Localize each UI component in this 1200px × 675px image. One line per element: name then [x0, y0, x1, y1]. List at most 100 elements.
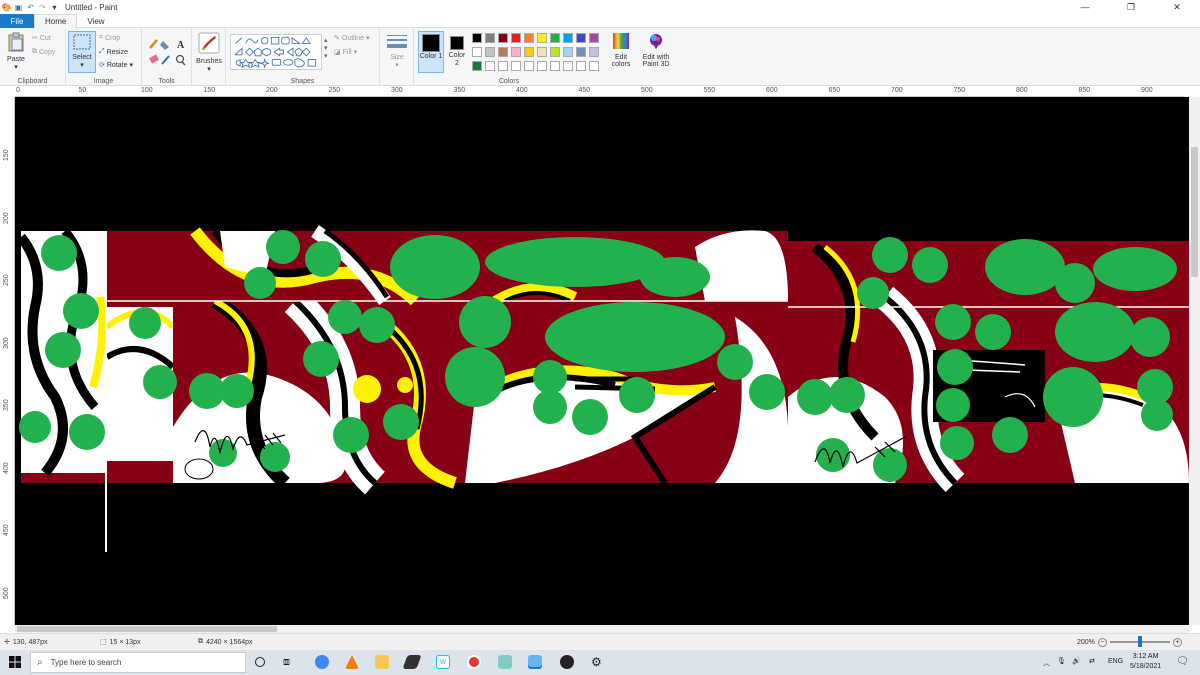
text-icon[interactable]: A [177, 40, 185, 51]
palette-swatch[interactable] [550, 61, 560, 71]
zoom-in-button[interactable]: + [1172, 637, 1182, 647]
palette-swatch[interactable] [563, 33, 573, 43]
palette-swatch[interactable] [472, 33, 482, 43]
palette-swatch[interactable] [485, 33, 495, 43]
copy-button[interactable]: ⧉ Copy [32, 48, 55, 56]
palette-swatch[interactable] [576, 61, 586, 71]
customize-toolbar-icon[interactable]: ▾ [50, 3, 59, 12]
palette-swatch[interactable] [576, 33, 586, 43]
select-button[interactable]: Select ▾ [68, 31, 96, 73]
notifications-icon[interactable]: 🗨 [1176, 656, 1189, 667]
palette-swatch[interactable] [472, 61, 482, 71]
palette-swatch[interactable] [563, 61, 573, 71]
file-explorer-icon[interactable] [375, 655, 389, 669]
vlc-icon[interactable] [345, 655, 359, 669]
zoom-slider[interactable] [1109, 636, 1170, 647]
redo-icon[interactable]: ↷ [38, 3, 47, 12]
outline-button[interactable]: ✎ Outline ▾ [334, 34, 370, 43]
paint-taskbar-icon[interactable] [528, 655, 542, 669]
settings-icon[interactable]: ⚙ [591, 655, 602, 669]
zoom-out-button[interactable]: − [1097, 637, 1107, 647]
network-icon[interactable]: ⇄ [1089, 657, 1095, 665]
app-icon-circle[interactable] [560, 655, 574, 669]
tab-home[interactable]: Home [34, 14, 78, 28]
vertical-scroll-thumb[interactable] [1191, 147, 1198, 277]
show-hidden-icons[interactable]: ︿ [1043, 658, 1050, 668]
tab-view[interactable]: View [77, 14, 114, 28]
palette-swatch[interactable] [524, 33, 534, 43]
palette-swatch[interactable] [537, 47, 547, 57]
palette-swatch[interactable] [550, 33, 560, 43]
vertical-scrollbar[interactable] [1189, 97, 1200, 625]
resize-button[interactable]: ⤢ Resize [99, 48, 128, 56]
start-button[interactable] [9, 656, 21, 670]
palette-swatch[interactable] [550, 47, 560, 57]
close-button[interactable]: ✕ [1154, 0, 1200, 14]
magnifier-icon[interactable] [175, 54, 186, 66]
palette-swatch[interactable] [524, 47, 534, 57]
paste-button[interactable]: Paste ▾ [4, 32, 28, 71]
microphone-icon[interactable]: 🎙 [1057, 657, 1066, 665]
opera-icon[interactable] [467, 655, 481, 669]
paste-dropdown-icon[interactable]: ▾ [4, 63, 28, 71]
horizontal-scrollbar[interactable] [15, 625, 1189, 633]
language-indicator[interactable]: ENG [1108, 658, 1123, 665]
clock[interactable]: 3:12 AM 5/18/2021 [1130, 652, 1161, 672]
shapes-gallery[interactable] [230, 34, 322, 70]
zoom-slider-thumb[interactable] [1137, 636, 1142, 647]
app-icon-teal[interactable] [498, 655, 512, 669]
palette-swatch[interactable] [589, 47, 599, 57]
canvas-artwork[interactable] [15, 97, 1189, 625]
pencil-icon[interactable] [149, 39, 158, 49]
color1-button[interactable]: Color 1 [418, 31, 444, 73]
tab-file[interactable]: File [0, 14, 34, 28]
eraser-icon[interactable] [149, 54, 159, 64]
size-button[interactable]: Size ▾ [384, 34, 410, 69]
palette-swatch[interactable] [511, 33, 521, 43]
palette-swatch[interactable] [498, 61, 508, 71]
volume-icon[interactable]: 🔊 [1072, 657, 1081, 665]
palette-swatch[interactable] [472, 47, 482, 57]
maximize-button[interactable]: ❐ [1108, 0, 1154, 14]
undo-icon[interactable]: ↶ [26, 3, 35, 12]
color2-button[interactable]: Color 2 [446, 31, 468, 68]
cut-button[interactable]: ✂ Cut [32, 34, 51, 43]
palette-swatch[interactable] [485, 61, 495, 71]
palette-swatch[interactable] [589, 61, 599, 71]
palette-swatch[interactable] [511, 47, 521, 57]
brushes-button[interactable]: Brushes ▾ [195, 32, 223, 73]
shapes-scroll-icon[interactable]: ▴ ▾ ▾ [324, 36, 328, 60]
palette-swatch[interactable] [537, 61, 547, 71]
palette-swatch[interactable] [589, 33, 599, 43]
palette-swatch[interactable] [563, 47, 573, 57]
crop-button[interactable]: ⌗ Crop [99, 34, 120, 42]
palette-swatch[interactable] [485, 47, 495, 57]
palette-swatch[interactable] [524, 61, 534, 71]
cortana-icon[interactable] [255, 657, 265, 667]
palette-swatch[interactable] [576, 47, 586, 57]
select-dropdown-icon[interactable]: ▾ [69, 61, 95, 69]
drawing-canvas[interactable] [15, 97, 1189, 625]
minimize-button[interactable]: — [1062, 0, 1108, 14]
brushes-dropdown-icon[interactable]: ▾ [195, 65, 223, 73]
fill-bucket-icon[interactable] [160, 41, 169, 50]
wish-app-icon[interactable]: w [436, 655, 450, 669]
fill-button[interactable]: ◪ Fill ▾ [334, 48, 357, 57]
rotate-button[interactable]: ⟳ Rotate ▾ [99, 61, 134, 70]
save-icon[interactable]: ▣ [14, 3, 23, 12]
taskbar-search-box[interactable]: ⌕ Type here to search [30, 652, 246, 673]
copy-label: Copy [39, 48, 56, 56]
size-dropdown-icon[interactable]: ▾ [384, 61, 410, 69]
horizontal-scroll-thumb[interactable] [17, 626, 277, 632]
palette-swatch[interactable] [511, 61, 521, 71]
edit-colors-button[interactable]: Edit colors [607, 32, 635, 68]
chrome-icon[interactable] [315, 655, 329, 669]
app-icon-dark[interactable] [402, 655, 422, 669]
palette-swatch[interactable] [498, 33, 508, 43]
task-view-icon[interactable]: ⧈ [283, 656, 290, 669]
palette-swatch[interactable] [498, 47, 508, 57]
rotate-dropdown-icon[interactable]: ▾ [130, 61, 134, 69]
edit-with-paint3d-button[interactable]: Edit with Paint 3D [638, 32, 674, 68]
color-picker-icon[interactable] [161, 55, 170, 65]
palette-swatch[interactable] [537, 33, 547, 43]
